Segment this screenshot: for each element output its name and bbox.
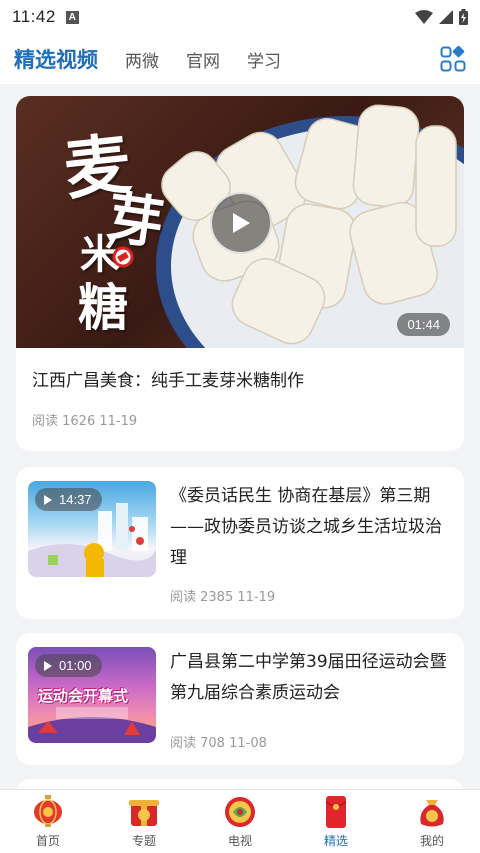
- video-card-partial[interactable]: [16, 779, 464, 789]
- tab-social[interactable]: 两微: [125, 47, 159, 72]
- red-envelope-icon: [325, 796, 347, 828]
- bottom-tab-bar: 首页 专题 电视 精选 我的: [0, 789, 480, 853]
- notification-icon: A: [65, 10, 79, 24]
- read-count: 阅读 1626: [32, 414, 96, 429]
- tab-label: 精选: [323, 834, 348, 848]
- status-time: 11:42: [12, 7, 56, 26]
- video-duration: 01:00: [35, 654, 102, 677]
- play-icon: [233, 213, 250, 233]
- thumb-char-4: 糖: [78, 278, 128, 337]
- video-meta: 阅读 2385 11-19: [170, 586, 452, 605]
- video-card-body: 广昌县第二中学第39届田径运动会暨第九届综合素质运动会 阅读 708 11-08: [170, 647, 452, 751]
- tab-label: 专题: [131, 834, 156, 848]
- video-card[interactable]: 14:37 《委员话民生 协商在基层》第三期——政协委员访谈之城乡生活垃圾治理 …: [16, 467, 464, 619]
- video-card-body: 《委员话民生 协商在基层》第三期——政协委员访谈之城乡生活垃圾治理 阅读 238…: [170, 481, 452, 605]
- video-thumbnail[interactable]: 运动会开幕式 01:00: [28, 647, 156, 743]
- tab-label: 我的: [419, 834, 444, 848]
- play-button[interactable]: [210, 192, 272, 254]
- read-count: 阅读 708: [170, 736, 225, 751]
- video-duration: 14:37: [35, 488, 102, 511]
- tab-official-site[interactable]: 官网: [186, 47, 220, 72]
- top-nav: 精选视频 两微 官网 学习: [0, 34, 480, 84]
- tab-study[interactable]: 学习: [247, 47, 281, 72]
- tab-label: 电视: [227, 834, 252, 848]
- featured-video-card[interactable]: 麦 芽 米 糖 01:44 江西广昌美食：纯手工麦芽米糖制作 阅读 1626 1…: [16, 96, 464, 451]
- lucky-bag-icon: [420, 800, 444, 827]
- thumb-banner-text: 运动会开幕式: [38, 687, 129, 705]
- signal-icon: [439, 10, 453, 24]
- tab-topics[interactable]: 专题: [96, 790, 192, 853]
- tab-label: 首页: [35, 834, 60, 848]
- video-feed[interactable]: 麦 芽 米 糖 01:44 江西广昌美食：纯手工麦芽米糖制作 阅读 1626 1…: [0, 84, 480, 789]
- video-title[interactable]: 《委员话民生 协商在基层》第三期——政协委员访谈之城乡生活垃圾治理: [170, 481, 452, 574]
- publish-date: 11-19: [237, 590, 276, 605]
- publish-date: 11-08: [229, 736, 267, 751]
- play-icon: [44, 494, 52, 505]
- play-icon: [44, 660, 52, 671]
- tab-featured[interactable]: 精选: [288, 790, 384, 853]
- status-bar: 11:42 A: [0, 0, 480, 34]
- video-thumbnail[interactable]: 14:37: [28, 481, 156, 577]
- duration-text: 01:00: [59, 658, 92, 673]
- video-meta: 阅读 708 11-08: [170, 732, 452, 751]
- duration-text: 14:37: [59, 492, 92, 507]
- tab-tv[interactable]: 电视: [192, 790, 288, 853]
- video-title[interactable]: 广昌县第二中学第39届田径运动会暨第九届综合素质运动会: [170, 647, 452, 709]
- wifi-icon: [415, 10, 433, 24]
- publish-date: 11-19: [99, 414, 138, 429]
- gift-icon: [129, 800, 159, 826]
- seal-stamp-icon: [112, 246, 134, 268]
- featured-video-title[interactable]: 江西广昌美食：纯手工麦芽米糖制作: [16, 348, 464, 391]
- featured-video-meta: 阅读 1626 11-19: [16, 391, 464, 429]
- read-count: 阅读 2385: [170, 590, 234, 605]
- tab-featured-videos[interactable]: 精选视频: [14, 44, 98, 74]
- battery-icon: [459, 9, 468, 25]
- tab-home[interactable]: 首页: [0, 790, 96, 853]
- lantern-icon: [34, 795, 62, 827]
- tv-icon: [225, 797, 255, 827]
- featured-video-thumbnail[interactable]: 麦 芽 米 糖 01:44: [16, 96, 464, 348]
- status-icons: [415, 9, 468, 25]
- video-card[interactable]: 运动会开幕式 01:00 广昌县第二中学第39届田径运动会暨第九届综合素质运动会…: [16, 633, 464, 765]
- grid-icon[interactable]: [440, 46, 466, 72]
- video-duration: 01:44: [397, 313, 450, 336]
- tab-mine[interactable]: 我的: [384, 790, 480, 853]
